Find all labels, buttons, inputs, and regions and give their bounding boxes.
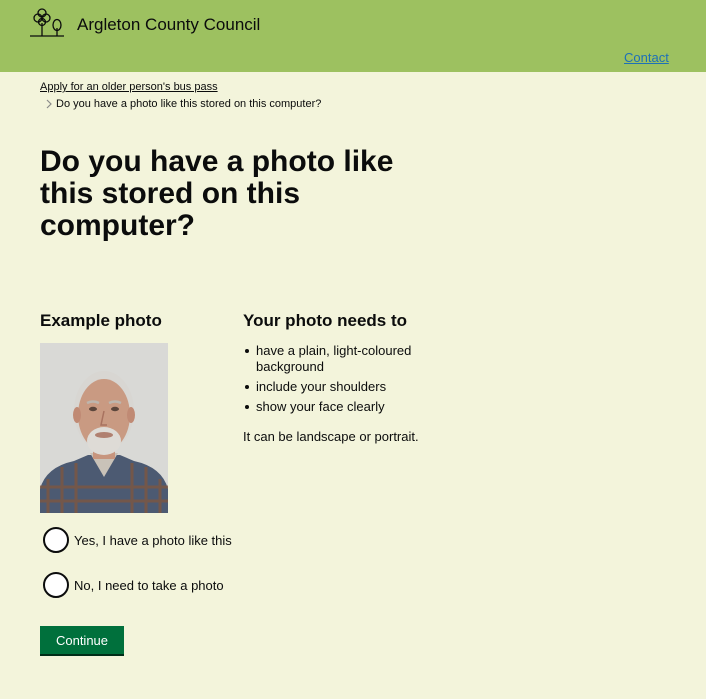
photo-requirements-list: have a plain, light-coloured background … [243, 343, 443, 419]
tree-logo-icon[interactable] [29, 7, 65, 39]
option-no[interactable]: No, I need to take a photo [43, 571, 224, 599]
example-photo-heading: Example photo [40, 311, 162, 330]
requirement-item: have a plain, light-coloured background [243, 343, 443, 375]
breadcrumb-current: Do you have a photo like this stored on … [44, 98, 321, 110]
requirement-item: include your shoulders [243, 379, 443, 395]
breadcrumb-current-label: Do you have a photo like this stored on … [56, 98, 322, 110]
contact-link[interactable]: Contact [624, 50, 669, 65]
site-header: Argleton County Council Contact [0, 0, 706, 72]
page-title: Do you have a photo like this stored on … [40, 145, 394, 242]
requirement-item: show your face clearly [243, 399, 443, 415]
option-yes[interactable]: Yes, I have a photo like this [43, 526, 232, 554]
orientation-note: It can be landscape or portrait. [243, 429, 419, 444]
option-yes-label[interactable]: Yes, I have a photo like this [74, 533, 232, 548]
chevron-right-icon [44, 98, 55, 110]
continue-button[interactable]: Continue [40, 626, 124, 654]
option-no-label[interactable]: No, I need to take a photo [74, 578, 224, 593]
radio-no[interactable] [43, 572, 69, 598]
example-photo [40, 343, 168, 513]
photo-requirements-heading: Your photo needs to [243, 311, 408, 330]
breadcrumb-parent-link[interactable]: Apply for an older person's bus pass [40, 81, 218, 93]
council-name[interactable]: Argleton County Council [77, 15, 260, 35]
radio-yes[interactable] [43, 527, 69, 553]
